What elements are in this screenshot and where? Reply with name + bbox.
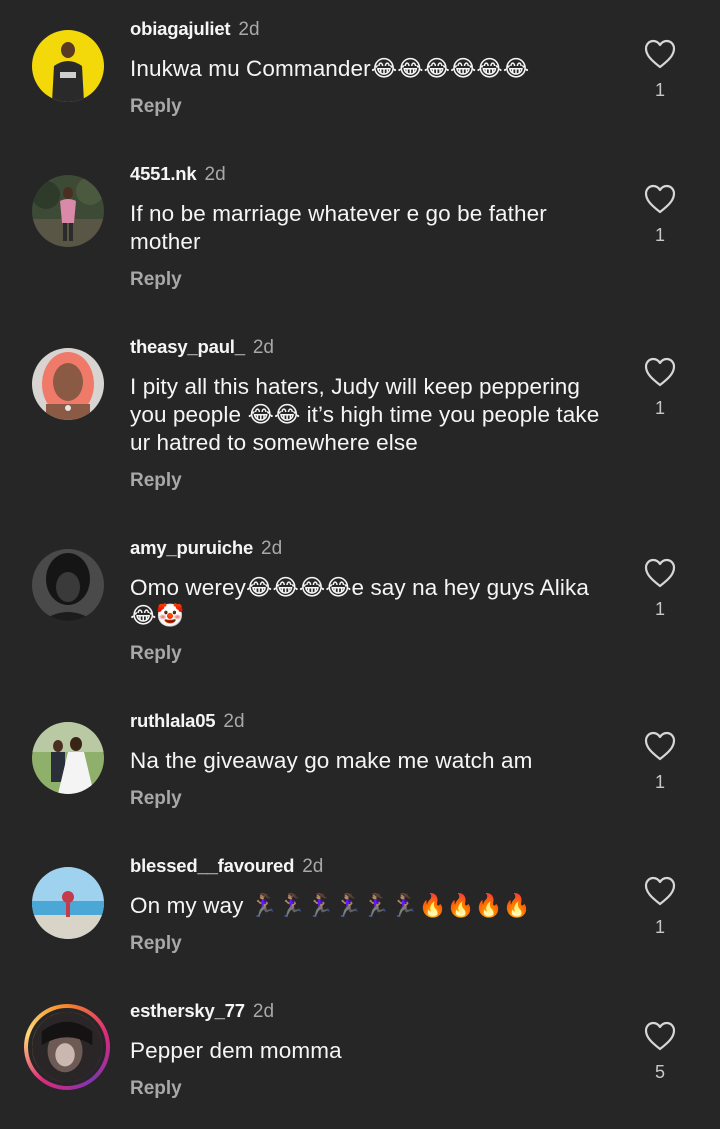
like-count: 1 [654,225,665,245]
like-control: 1 [641,38,679,101]
like-count: 1 [654,398,665,418]
reply-button[interactable]: Reply [130,1078,182,1100]
like-control: 1 [641,730,679,793]
comment-username[interactable]: theasy_paul_ [130,336,245,357]
like-control: 1 [641,557,679,620]
comment-username[interactable]: obiagajuliet [130,18,231,39]
heart-icon[interactable] [643,356,677,388]
avatar-outdoor-image [32,175,104,247]
comment-time: 2d [204,164,226,185]
avatar[interactable] [32,30,104,102]
like-count: 1 [654,599,665,619]
comment-username[interactable]: ruthlala05 [130,710,216,731]
reply-button[interactable]: Reply [130,470,182,492]
like-count: 5 [654,1062,665,1082]
comment-time: 2d [261,538,283,559]
avatar[interactable] [32,867,104,939]
heart-icon[interactable] [643,183,677,215]
avatar-yellow-image [32,30,104,102]
comment-time: 2d [223,711,245,732]
reply-button[interactable]: Reply [130,269,182,291]
reply-button[interactable]: Reply [130,96,182,118]
comment-time: 2d [252,1001,275,1022]
avatar-wedding-image [32,722,104,794]
comment-time: 2d [302,856,324,877]
story-ring-avatar[interactable] [24,1004,110,1090]
avatar[interactable] [32,722,104,794]
like-control: 1 [641,875,679,938]
like-control: 1 [641,356,679,419]
comment-text: On my way 🏃🏽‍♀️🏃🏽‍♀️🏃🏽‍♀️🏃🏽‍♀️🏃🏽‍♀️🏃🏽‍♀️… [130,893,531,918]
comment-text: Inukwa mu Commander😂😂😂😂😂😂 [130,56,530,81]
comment-text: Pepper dem momma [130,1038,342,1063]
comment-time: 2d [238,19,260,40]
avatar[interactable] [32,549,104,621]
heart-icon[interactable] [643,875,677,907]
avatar[interactable] [32,175,104,247]
heart-icon[interactable] [643,1020,677,1052]
avatar-pink-hair-image [32,348,104,420]
like-count: 1 [654,917,665,937]
comment-username[interactable]: amy_puruiche [130,537,253,558]
comment-time: 2d [252,337,274,358]
avatar-beach-image [32,867,104,939]
reply-button[interactable]: Reply [130,933,182,955]
comment-text: Omo werey😂😂😂😂e say na hey guys Alika 😂🤡 [130,575,589,628]
comments-list: obiagajuliet 2d Inukwa mu Commander😂😂😂😂😂😂… [0,0,720,1129]
comment-username[interactable]: 4551.nk [130,163,197,184]
like-count: 1 [654,80,665,100]
heart-icon[interactable] [643,730,677,762]
reply-button[interactable]: Reply [130,643,182,665]
comment-text: Na the giveaway go make me watch am [130,748,533,773]
comment-text: I pity all this haters, Judy will keep p… [130,374,600,455]
comment-text: If no be marriage whatever e go be fathe… [130,201,547,254]
heart-icon[interactable] [643,38,677,70]
heart-icon[interactable] [643,557,677,589]
avatar[interactable] [32,348,104,420]
avatar-story-ring-image [32,1012,102,1082]
like-count: 1 [654,772,665,792]
comment-username[interactable]: blessed__favoured [130,855,294,876]
comment-username[interactable]: esthersky_77 [130,1000,245,1021]
like-control: 1 [641,183,679,246]
reply-button[interactable]: Reply [130,788,182,810]
avatar-dark-image [32,549,104,621]
like-control: 5 [641,1020,679,1083]
